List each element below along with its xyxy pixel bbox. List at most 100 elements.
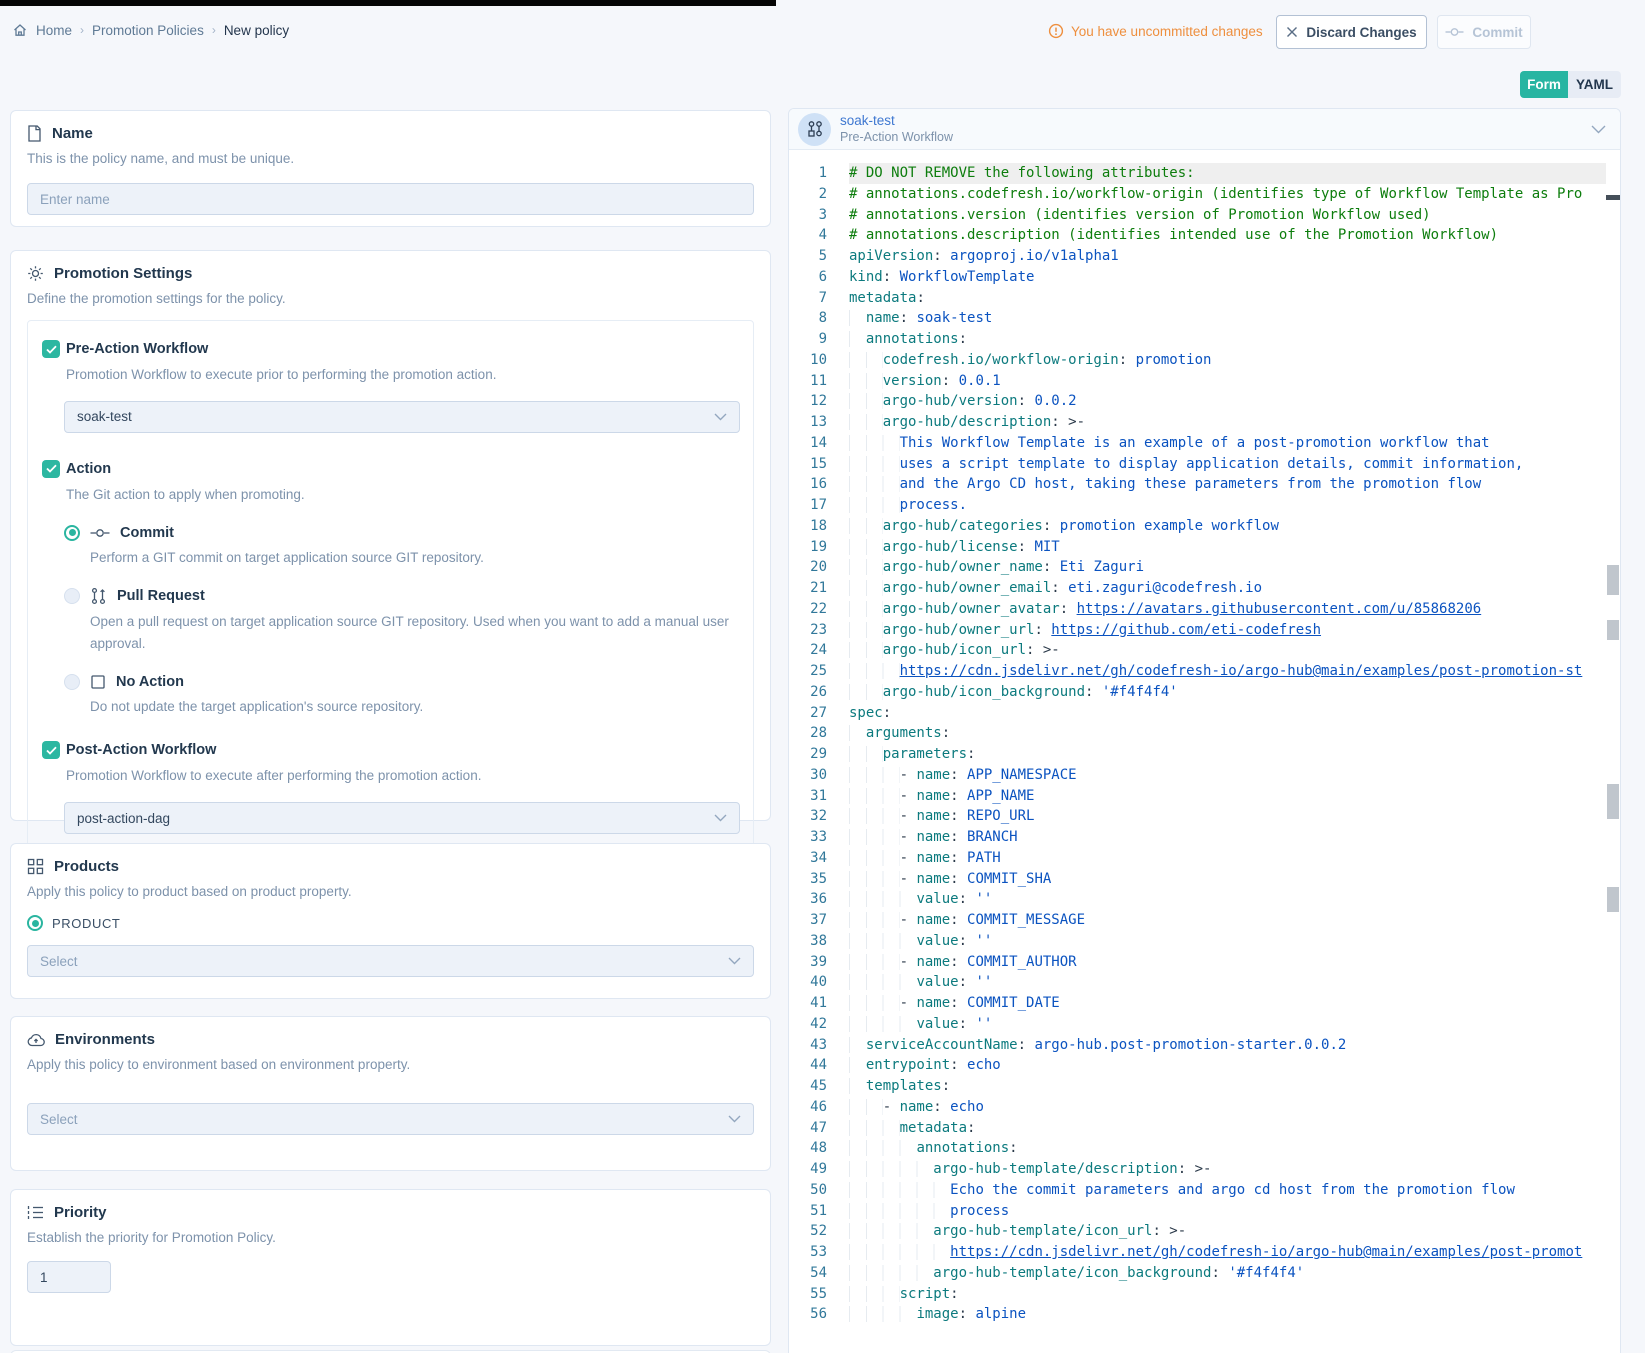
editor-line-43[interactable]: 43 serviceAccountName: argo-hub.post-pro… <box>789 1035 1620 1056</box>
pull-request-icon <box>90 587 107 605</box>
environment-select[interactable]: Select <box>27 1103 754 1135</box>
line-number: 50 <box>789 1180 827 1201</box>
editor-line-10[interactable]: 10 codefresh.io/workflow-origin: promoti… <box>789 350 1620 371</box>
toggle-yaml[interactable]: YAML <box>1568 71 1621 98</box>
editor-line-8[interactable]: 8 name: soak-test <box>789 308 1620 329</box>
editor-line-16[interactable]: 16 and the Argo CD host, taking these pa… <box>789 474 1620 495</box>
editor-line-29[interactable]: 29 parameters: <box>789 744 1620 765</box>
products-icon <box>27 858 44 875</box>
commit-button[interactable]: Commit <box>1437 15 1531 49</box>
editor-line-51[interactable]: 51 process <box>789 1201 1620 1222</box>
editor-line-23[interactable]: 23 argo-hub/owner_url: https://github.co… <box>789 620 1620 641</box>
editor-line-47[interactable]: 47 metadata: <box>789 1118 1620 1139</box>
line-number: 7 <box>789 288 827 309</box>
editor-line-38[interactable]: 38 value: '' <box>789 931 1620 952</box>
editor-line-46[interactable]: 46 - name: echo <box>789 1097 1620 1118</box>
line-number: 39 <box>789 952 827 973</box>
line-content: - name: PATH <box>849 848 1606 869</box>
breadcrumb-current: New policy <box>224 23 289 38</box>
editor-line-6[interactable]: 6kind: WorkflowTemplate <box>789 267 1620 288</box>
editor-line-19[interactable]: 19 argo-hub/license: MIT <box>789 537 1620 558</box>
editor-line-41[interactable]: 41 - name: COMMIT_DATE <box>789 993 1620 1014</box>
products-title: Products <box>54 858 119 875</box>
editor-line-50[interactable]: 50 Echo the commit parameters and argo c… <box>789 1180 1620 1201</box>
editor-line-52[interactable]: 52 argo-hub-template/icon_url: >- <box>789 1221 1620 1242</box>
editor-line-56[interactable]: 56 image: alpine <box>789 1304 1620 1325</box>
product-radio[interactable] <box>27 915 43 931</box>
editor-line-33[interactable]: 33 - name: BRANCH <box>789 827 1620 848</box>
line-number: 49 <box>789 1159 827 1180</box>
editor-line-18[interactable]: 18 argo-hub/categories: promotion exampl… <box>789 516 1620 537</box>
policy-name-input[interactable]: Enter name <box>27 183 754 215</box>
pull-request-radio[interactable] <box>64 588 80 604</box>
product-radio-label: PRODUCT <box>52 916 120 931</box>
editor-line-31[interactable]: 31 - name: APP_NAME <box>789 786 1620 807</box>
editor-line-55[interactable]: 55 script: <box>789 1284 1620 1305</box>
action-checkbox[interactable] <box>42 460 60 478</box>
editor-line-35[interactable]: 35 - name: COMMIT_SHA <box>789 869 1620 890</box>
editor-line-2[interactable]: 2# annotations.codefresh.io/workflow-ori… <box>789 184 1620 205</box>
scrollbar-mark[interactable] <box>1607 887 1619 912</box>
line-number: 4 <box>789 225 827 246</box>
breadcrumb-promotion-policies[interactable]: Promotion Policies <box>92 23 204 38</box>
editor-line-1[interactable]: 1# DO NOT REMOVE the following attribute… <box>789 163 1620 184</box>
editor-line-48[interactable]: 48 annotations: <box>789 1138 1620 1159</box>
post-action-workflow-select[interactable]: post-action-dag <box>64 802 740 834</box>
editor-line-17[interactable]: 17 process. <box>789 495 1620 516</box>
breadcrumb-home[interactable]: Home <box>36 23 72 38</box>
editor-line-45[interactable]: 45 templates: <box>789 1076 1620 1097</box>
editor-line-20[interactable]: 20 argo-hub/owner_name: Eti Zaguri <box>789 557 1620 578</box>
editor-line-11[interactable]: 11 version: 0.0.1 <box>789 371 1620 392</box>
editor-line-36[interactable]: 36 value: '' <box>789 889 1620 910</box>
discard-changes-button[interactable]: Discard Changes <box>1276 15 1427 49</box>
editor-line-12[interactable]: 12 argo-hub/version: 0.0.2 <box>789 391 1620 412</box>
scrollbar-mark[interactable] <box>1607 784 1619 819</box>
post-action-checkbox[interactable] <box>42 741 60 759</box>
editor-line-3[interactable]: 3# annotations.version (identifies versi… <box>789 205 1620 226</box>
editor-line-39[interactable]: 39 - name: COMMIT_AUTHOR <box>789 952 1620 973</box>
pre-action-workflow-select[interactable]: soak-test <box>64 401 740 433</box>
editor-line-24[interactable]: 24 argo-hub/icon_url: >- <box>789 640 1620 661</box>
workflow-name[interactable]: soak-test <box>840 113 953 130</box>
scrollbar-mark[interactable] <box>1607 565 1619 595</box>
toggle-form[interactable]: Form <box>1520 71 1568 98</box>
line-content: argo-hub/description: >- <box>849 412 1606 433</box>
no-action-radio[interactable] <box>64 674 80 690</box>
scrollbar-mark[interactable] <box>1607 620 1619 640</box>
commit-radio[interactable] <box>64 525 80 541</box>
editor-line-28[interactable]: 28 arguments: <box>789 723 1620 744</box>
editor-line-30[interactable]: 30 - name: APP_NAMESPACE <box>789 765 1620 786</box>
editor-line-53[interactable]: 53 https://cdn.jsdelivr.net/gh/codefresh… <box>789 1242 1620 1263</box>
editor-line-9[interactable]: 9 annotations: <box>789 329 1620 350</box>
editor-line-21[interactable]: 21 argo-hub/owner_email: eti.zaguri@code… <box>789 578 1620 599</box>
workflow-header[interactable]: soak-test Pre-Action Workflow <box>789 109 1620 150</box>
editor-scrollbar[interactable] <box>1606 191 1620 1353</box>
editor-line-49[interactable]: 49 argo-hub-template/description: >- <box>789 1159 1620 1180</box>
editor-line-4[interactable]: 4# annotations.description (identifies i… <box>789 225 1620 246</box>
code-lines[interactable]: 1# DO NOT REMOVE the following attribute… <box>789 163 1620 1325</box>
editor-line-5[interactable]: 5apiVersion: argoproj.io/v1alpha1 <box>789 246 1620 267</box>
home-icon[interactable] <box>12 22 28 38</box>
editor-line-54[interactable]: 54 argo-hub-template/icon_background: '#… <box>789 1263 1620 1284</box>
editor-line-42[interactable]: 42 value: '' <box>789 1014 1620 1035</box>
editor-line-22[interactable]: 22 argo-hub/owner_avatar: https://avatar… <box>789 599 1620 620</box>
collapse-chevron-icon[interactable] <box>1591 125 1606 134</box>
editor-line-27[interactable]: 27spec: <box>789 703 1620 724</box>
editor-line-34[interactable]: 34 - name: PATH <box>789 848 1620 869</box>
pre-action-checkbox[interactable] <box>42 340 60 358</box>
editor-line-40[interactable]: 40 value: '' <box>789 972 1620 993</box>
product-select[interactable]: Select <box>27 945 754 977</box>
editor-line-25[interactable]: 25 https://cdn.jsdelivr.net/gh/codefresh… <box>789 661 1620 682</box>
line-number: 13 <box>789 412 827 433</box>
editor-line-32[interactable]: 32 - name: REPO_URL <box>789 806 1620 827</box>
editor-line-13[interactable]: 13 argo-hub/description: >- <box>789 412 1620 433</box>
priority-input[interactable]: 1 <box>27 1261 111 1293</box>
editor-line-26[interactable]: 26 argo-hub/icon_background: '#f4f4f4' <box>789 682 1620 703</box>
editor-line-15[interactable]: 15 uses a script template to display app… <box>789 454 1620 475</box>
editor-line-7[interactable]: 7metadata: <box>789 288 1620 309</box>
editor-line-44[interactable]: 44 entrypoint: echo <box>789 1055 1620 1076</box>
editor-line-14[interactable]: 14 This Workflow Template is an example … <box>789 433 1620 454</box>
yaml-code-editor[interactable]: 1# DO NOT REMOVE the following attribute… <box>789 150 1620 1353</box>
products-description: Apply this policy to product based on pr… <box>27 884 754 899</box>
editor-line-37[interactable]: 37 - name: COMMIT_MESSAGE <box>789 910 1620 931</box>
